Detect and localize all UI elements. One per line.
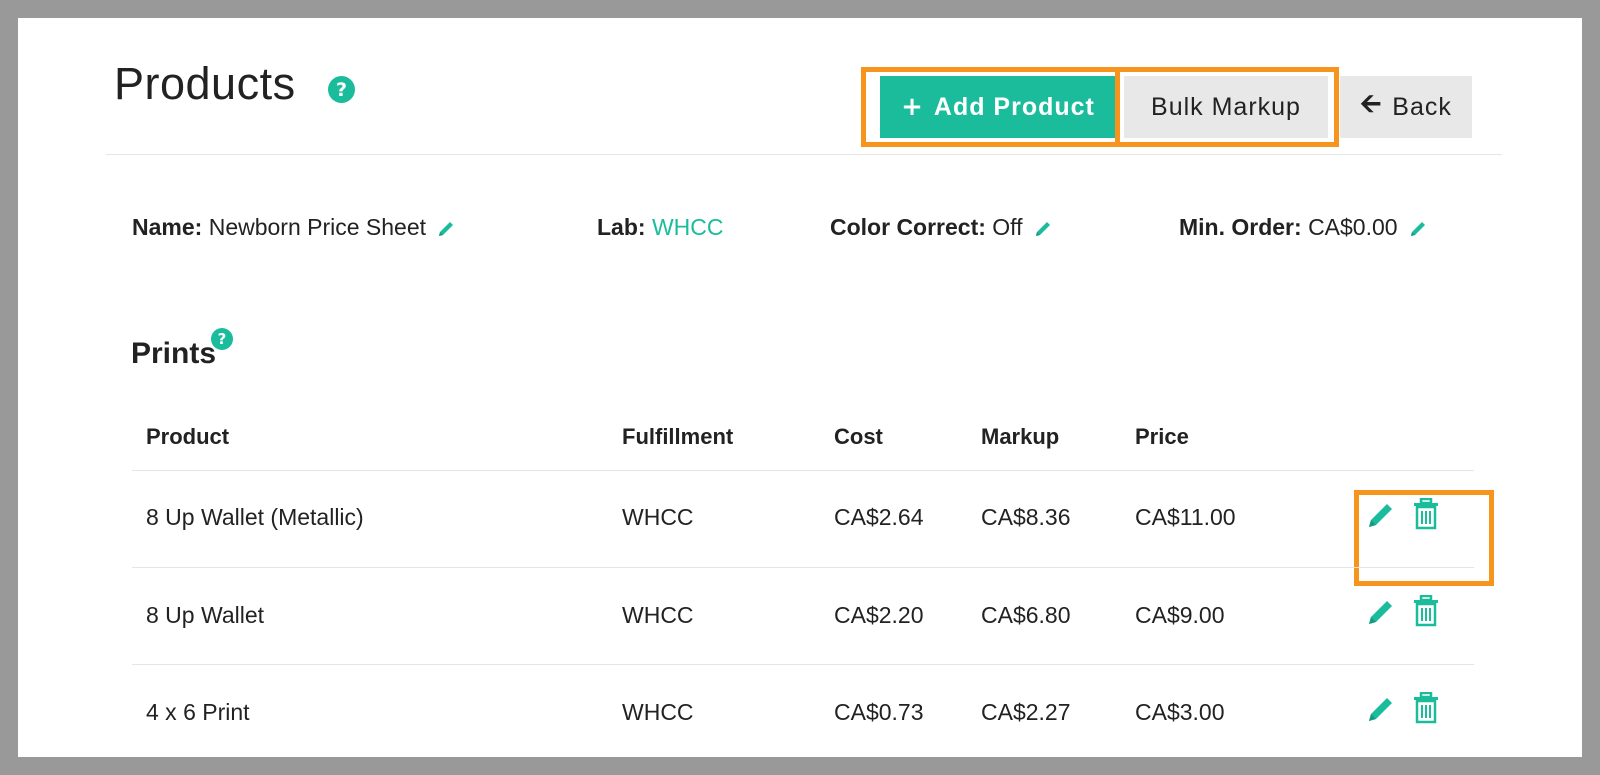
header-divider	[106, 154, 1502, 155]
help-icon[interactable]: ?	[328, 76, 355, 103]
cell-markup: CA$8.36	[981, 504, 1071, 530]
meta-lab: Lab: WHCC	[597, 214, 724, 241]
trash-icon[interactable]	[1412, 692, 1440, 724]
cell-price: CA$3.00	[1135, 699, 1225, 725]
add-product-button[interactable]: + Add Product	[880, 76, 1116, 138]
meta-name: Name: Newborn Price Sheet	[132, 214, 456, 241]
cell-product: 4 x 6 Print	[146, 699, 250, 725]
page-title: Products	[114, 58, 296, 109]
pencil-icon[interactable]	[436, 219, 456, 239]
meta-min-order: Min. Order: CA$0.00	[1179, 214, 1428, 241]
column-header-fulfillment: Fulfillment	[622, 424, 734, 449]
column-header-cost: Cost	[834, 424, 883, 449]
cell-cost: CA$2.64	[834, 504, 924, 530]
meta-color-label: Color Correct:	[830, 214, 986, 240]
pencil-icon[interactable]	[1033, 219, 1053, 239]
arrow-left-icon: 🡨	[1360, 89, 1383, 119]
cell-markup: CA$6.80	[981, 602, 1071, 628]
meta-name-value: Newborn Price Sheet	[208, 214, 427, 240]
cell-fulfillment: WHCC	[622, 699, 694, 725]
lab-link[interactable]: WHCC	[652, 214, 724, 240]
back-label: Back	[1392, 92, 1452, 121]
cell-fulfillment: WHCC	[622, 504, 694, 530]
add-product-label: Add Product	[933, 92, 1095, 121]
trash-icon[interactable]	[1412, 595, 1440, 627]
row-divider	[132, 470, 1474, 471]
section-title-prints: Prints	[131, 337, 217, 370]
cell-cost: CA$0.73	[834, 699, 924, 725]
meta-name-label: Name:	[132, 214, 203, 240]
back-button[interactable]: 🡨 Back	[1340, 76, 1472, 138]
help-icon[interactable]: ?	[211, 328, 233, 350]
cell-product: 8 Up Wallet	[146, 602, 265, 628]
products-panel: Products ? + Add Product Bulk Markup 🡨 B…	[18, 18, 1582, 757]
cell-cost: CA$2.20	[834, 602, 924, 628]
cell-product: 8 Up Wallet (Metallic)	[146, 504, 364, 530]
trash-icon[interactable]	[1412, 498, 1440, 530]
column-header-product: Product	[146, 424, 230, 449]
pencil-icon[interactable]	[1366, 597, 1396, 627]
pencil-icon[interactable]	[1366, 500, 1396, 530]
pencil-icon[interactable]	[1366, 694, 1396, 724]
cell-price: CA$11.00	[1135, 504, 1236, 530]
row-divider	[132, 664, 1474, 665]
meta-min-label: Min. Order:	[1179, 214, 1302, 240]
meta-color-correct: Color Correct: Off	[830, 214, 1053, 241]
meta-min-value: CA$0.00	[1308, 214, 1398, 240]
column-header-price: Price	[1135, 424, 1189, 449]
column-header-markup: Markup	[981, 424, 1060, 449]
plus-icon: +	[901, 92, 924, 122]
cell-markup: CA$2.27	[981, 699, 1071, 725]
pencil-icon[interactable]	[1408, 219, 1428, 239]
bulk-markup-button[interactable]: Bulk Markup	[1124, 76, 1328, 138]
cell-fulfillment: WHCC	[622, 602, 694, 628]
bulk-markup-label: Bulk Markup	[1151, 92, 1301, 121]
cell-price: CA$9.00	[1135, 602, 1225, 628]
meta-color-value: Off	[992, 214, 1023, 240]
row-divider	[132, 567, 1474, 568]
meta-lab-label: Lab:	[597, 214, 646, 240]
